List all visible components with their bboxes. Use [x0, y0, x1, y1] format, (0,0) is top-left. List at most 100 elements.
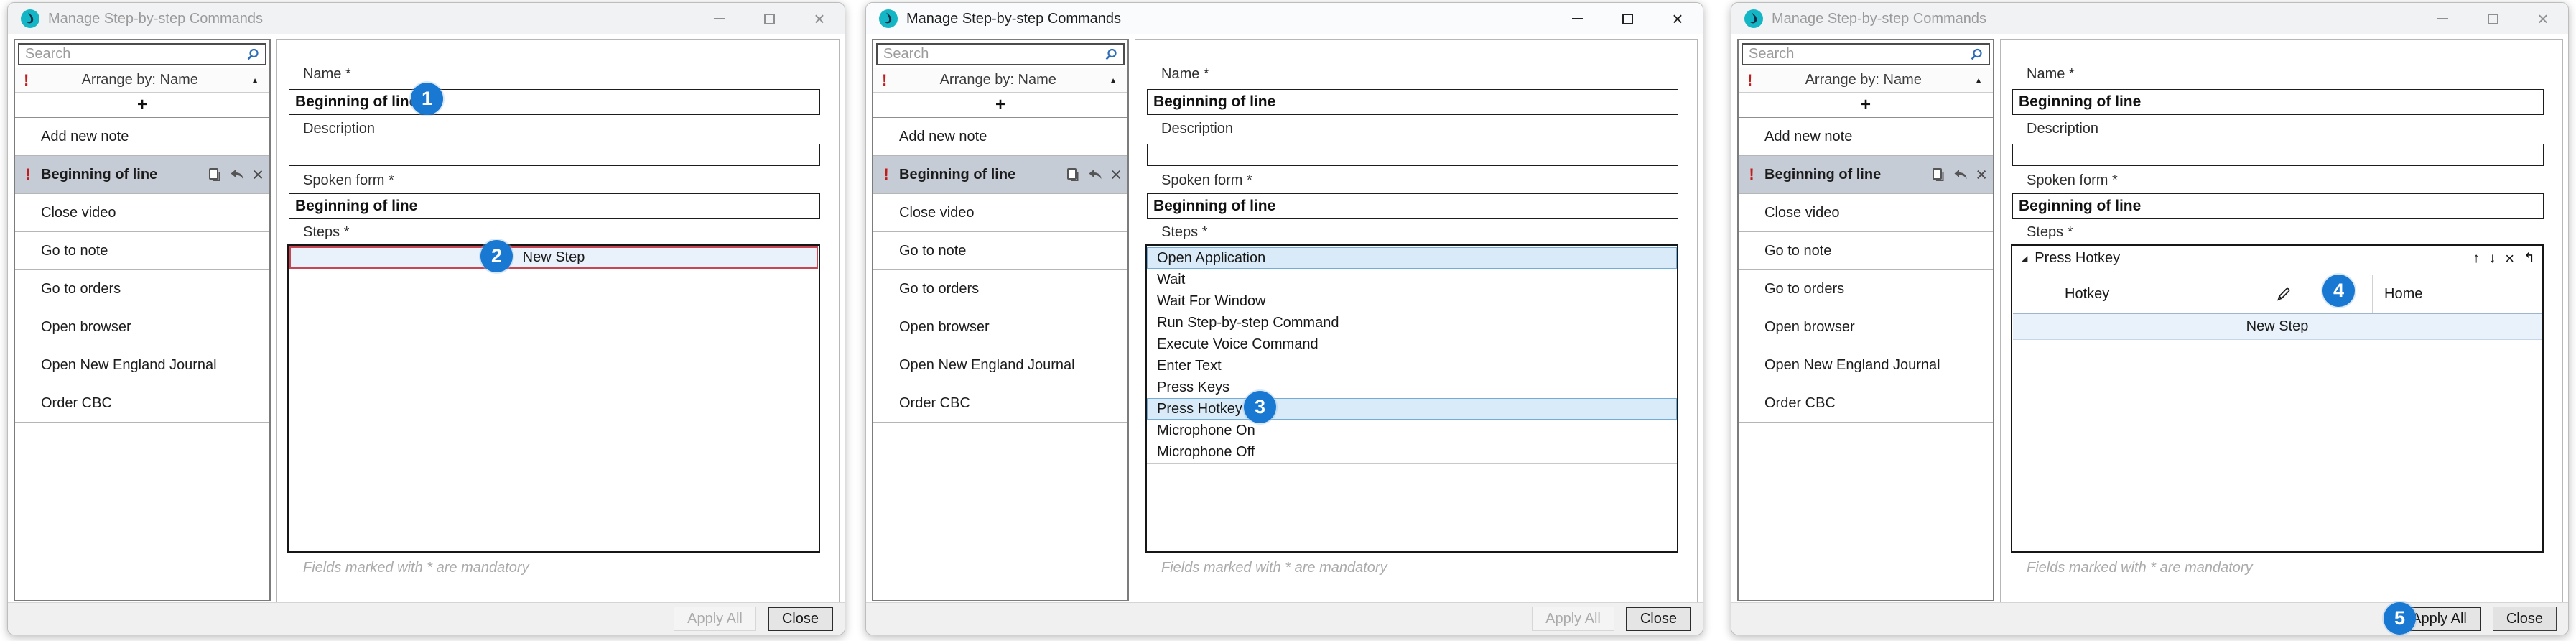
undo-changes-icon[interactable]: [229, 168, 245, 181]
minimize-button[interactable]: [2417, 3, 2468, 34]
sidebar-item[interactable]: ! Open New England Journal ×: [1739, 346, 1993, 384]
description-input[interactable]: [1147, 144, 1678, 166]
sidebar-item[interactable]: ! Open browser ×: [873, 308, 1127, 346]
step-type-option[interactable]: Press Keys: [1147, 377, 1677, 398]
delete-command-icon[interactable]: ×: [1110, 165, 1122, 185]
sidebar-item[interactable]: ! Order CBC ×: [1739, 384, 1993, 423]
sidebar-item[interactable]: ! Beginning of line ×: [873, 156, 1127, 194]
collapse-icon[interactable]: ▲: [251, 75, 259, 86]
sidebar-item[interactable]: ! Open browser ×: [1739, 308, 1993, 346]
move-step-down-icon[interactable]: ↓: [2489, 252, 2496, 265]
spoken-form-input[interactable]: Beginning of line: [2012, 193, 2544, 219]
command-list: ! Add new note × ! Beginning of line: [873, 118, 1127, 423]
collapse-icon[interactable]: ▲: [1974, 75, 1983, 86]
add-command-button[interactable]: +: [1739, 93, 1993, 118]
remove-step-icon[interactable]: ×: [2505, 251, 2514, 267]
delete-command-icon[interactable]: ×: [1976, 165, 1987, 185]
search-icon[interactable]: [246, 47, 260, 62]
step-type-option[interactable]: Run Step-by-step Command: [1147, 312, 1677, 333]
sidebar-item[interactable]: ! Add new note ×: [873, 118, 1127, 156]
spoken-form-input[interactable]: Beginning of line: [1147, 193, 1678, 219]
sidebar-item[interactable]: ! Open New England Journal ×: [15, 346, 269, 384]
maximize-button[interactable]: [744, 3, 794, 34]
close-window-button[interactable]: ×: [1652, 3, 1703, 34]
maximize-icon: [2488, 14, 2498, 24]
search-input[interactable]: [1743, 45, 1989, 64]
search-icon[interactable]: [1104, 47, 1118, 62]
close-window-button[interactable]: ×: [2518, 3, 2568, 34]
copy-command-icon[interactable]: [1931, 167, 1945, 182]
apply-all-button[interactable]: Apply All: [674, 607, 756, 631]
description-input[interactable]: [289, 144, 820, 166]
sidebar-item[interactable]: ! Go to note ×: [1739, 232, 1993, 270]
step-type-option[interactable]: Enter Text: [1147, 355, 1677, 377]
name-input[interactable]: Beginning of line: [289, 89, 820, 115]
step-type-option[interactable]: Press Hotkey: [1147, 398, 1677, 420]
sidebar-item[interactable]: ! Go to orders ×: [873, 270, 1127, 308]
sidebar-item[interactable]: ! Close video ×: [15, 194, 269, 232]
search-icon[interactable]: [1969, 47, 1984, 62]
expander-icon[interactable]: ◢: [2021, 254, 2027, 263]
sidebar-item[interactable]: ! Add new note ×: [1739, 118, 1993, 156]
sidebar-item[interactable]: ! Go to note ×: [15, 232, 269, 270]
close-window-button[interactable]: ×: [794, 3, 845, 34]
apply-all-button[interactable]: Apply All: [1532, 607, 1614, 631]
spoken-form-input[interactable]: Beginning of line: [289, 193, 820, 219]
sidebar-item-label: Go to note: [41, 243, 108, 259]
step-type-option[interactable]: Open Application: [1147, 247, 1677, 269]
add-command-button[interactable]: +: [15, 93, 269, 118]
sidebar-item[interactable]: ! Go to note ×: [873, 232, 1127, 270]
copy-command-icon[interactable]: [208, 167, 222, 182]
edit-pencil-icon[interactable]: [2274, 285, 2293, 303]
window-title: Manage Step-by-step Commands: [48, 3, 263, 34]
sidebar-item[interactable]: ! Beginning of line ×: [1739, 156, 1993, 194]
sidebar-item[interactable]: ! Go to orders ×: [1739, 270, 1993, 308]
new-step-row[interactable]: New Step: [289, 246, 818, 269]
arrange-by-bar[interactable]: ! Arrange by: Name ▲: [1739, 68, 1993, 93]
move-step-up-icon[interactable]: ↑: [2473, 252, 2480, 265]
sidebar-item[interactable]: ! Close video ×: [1739, 194, 1993, 232]
title-bar[interactable]: Manage Step-by-step Commands ×: [866, 3, 1703, 34]
sidebar-item[interactable]: ! Close video ×: [873, 194, 1127, 232]
title-bar[interactable]: Manage Step-by-step Commands ×: [1731, 3, 2568, 34]
close-button[interactable]: Close: [2493, 607, 2557, 631]
close-button[interactable]: Close: [768, 607, 833, 631]
add-command-button[interactable]: +: [873, 93, 1127, 118]
maximize-button[interactable]: [1602, 3, 1652, 34]
sidebar-item[interactable]: ! Order CBC ×: [873, 384, 1127, 423]
revert-step-icon[interactable]: ↰: [2524, 252, 2535, 265]
copy-command-icon[interactable]: [1066, 167, 1080, 182]
step-type-option[interactable]: Execute Voice Command: [1147, 333, 1677, 355]
undo-changes-icon[interactable]: [1087, 168, 1103, 181]
name-input[interactable]: Beginning of line: [2012, 89, 2544, 115]
command-detail-panel: Name * Beginning of line Description Spo…: [276, 39, 840, 604]
search-input[interactable]: [878, 45, 1123, 64]
step-header-press-hotkey[interactable]: ◢ Press Hotkey ↑ ↓ × ↰: [2012, 246, 2542, 271]
search-input[interactable]: [19, 45, 265, 64]
step-type-option[interactable]: Wait: [1147, 269, 1677, 290]
minimize-button[interactable]: [694, 3, 744, 34]
delete-command-icon[interactable]: ×: [252, 165, 264, 185]
collapse-icon[interactable]: ▲: [1109, 75, 1117, 86]
sidebar-item[interactable]: ! Open New England Journal ×: [873, 346, 1127, 384]
step-type-option[interactable]: Microphone On: [1147, 420, 1677, 441]
hotkey-value[interactable]: Home: [2373, 275, 2498, 313]
name-input[interactable]: Beginning of line: [1147, 89, 1678, 115]
sidebar-item[interactable]: ! Order CBC ×: [15, 384, 269, 423]
sidebar-item[interactable]: ! Open browser ×: [15, 308, 269, 346]
sidebar-item[interactable]: ! Go to orders ×: [15, 270, 269, 308]
sidebar-item[interactable]: ! Add new note ×: [15, 118, 269, 156]
description-input[interactable]: [2012, 144, 2544, 166]
title-bar[interactable]: Manage Step-by-step Commands ×: [8, 3, 845, 34]
close-button[interactable]: Close: [1626, 607, 1691, 631]
arrange-by-bar[interactable]: ! Arrange by: Name ▲: [15, 68, 269, 93]
maximize-button[interactable]: [2468, 3, 2518, 34]
step-type-option[interactable]: Wait For Window: [1147, 290, 1677, 312]
undo-changes-icon[interactable]: [1953, 168, 1968, 181]
step-type-option[interactable]: Microphone Off: [1147, 441, 1677, 463]
minimize-button[interactable]: [1552, 3, 1602, 34]
new-step-row[interactable]: New Step: [2013, 313, 2542, 340]
name-label: Name *: [1161, 66, 1209, 83]
arrange-by-bar[interactable]: ! Arrange by: Name ▲: [873, 68, 1127, 93]
sidebar-item[interactable]: ! Beginning of line ×: [15, 156, 269, 194]
